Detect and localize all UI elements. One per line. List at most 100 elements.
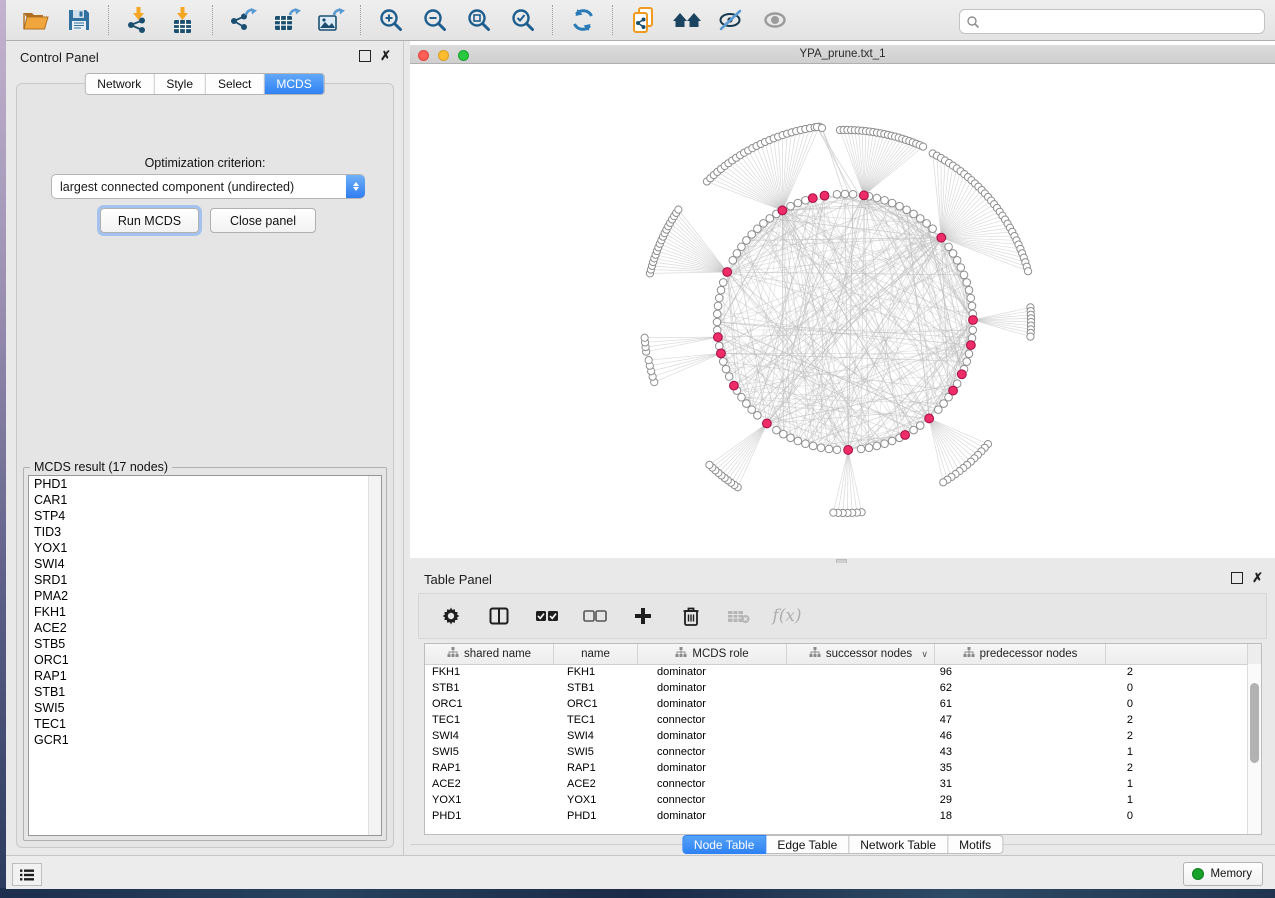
task-history-button[interactable]: [12, 863, 42, 886]
mcds-result-item[interactable]: GCR1: [29, 732, 381, 748]
delete-row-icon[interactable]: [677, 602, 705, 630]
cell-name[interactable]: YOX1: [560, 794, 650, 806]
cell-shared-name[interactable]: ACE2: [425, 778, 560, 790]
mcds-hub-node[interactable]: [730, 381, 739, 390]
ring-node[interactable]: [719, 279, 727, 287]
mcds-hub-node[interactable]: [844, 446, 853, 455]
mcds-hub-node[interactable]: [714, 333, 723, 342]
cell-name[interactable]: ACE2: [560, 778, 650, 790]
search-input[interactable]: [984, 14, 1258, 30]
mcds-hub-node[interactable]: [860, 191, 869, 200]
tab-network-table[interactable]: Network Table: [849, 835, 948, 854]
save-session-icon[interactable]: [64, 5, 94, 35]
mcds-result-item[interactable]: PMA2: [29, 588, 381, 604]
mcds-result-item[interactable]: SWI4: [29, 556, 381, 572]
cell-successor-nodes[interactable]: 62: [805, 682, 963, 694]
mcds-result-item[interactable]: RAP1: [29, 668, 381, 684]
mcds-hub-node[interactable]: [808, 194, 817, 203]
cell-name[interactable]: RAP1: [560, 762, 650, 774]
add-row-icon[interactable]: [629, 602, 657, 630]
ring-node[interactable]: [743, 400, 751, 408]
cell-predecessor-nodes[interactable]: 2: [963, 762, 1144, 774]
ring-node[interactable]: [738, 393, 746, 401]
zoom-fit-icon[interactable]: [464, 5, 494, 35]
mcds-hub-node[interactable]: [820, 191, 829, 200]
cell-MCDS-role[interactable]: connector: [650, 778, 805, 790]
leaf-node[interactable]: [940, 479, 947, 486]
table-row-SWI4[interactable]: SWI4SWI4dominator462: [425, 728, 1248, 744]
mcds-result-item[interactable]: TID3: [29, 524, 381, 540]
cell-name[interactable]: PHD1: [560, 810, 650, 822]
column-panel-icon[interactable]: [485, 602, 513, 630]
cell-successor-nodes[interactable]: 35: [805, 762, 963, 774]
leaf-node[interactable]: [675, 206, 682, 213]
cell-predecessor-nodes[interactable]: 1: [963, 746, 1144, 758]
leaf-node[interactable]: [1024, 268, 1031, 275]
ring-node[interactable]: [910, 426, 918, 434]
ring-node[interactable]: [888, 437, 896, 445]
export-network-icon[interactable]: [228, 5, 258, 35]
cell-predecessor-nodes[interactable]: 1: [963, 778, 1144, 790]
ring-node[interactable]: [896, 202, 904, 210]
ring-node[interactable]: [965, 286, 973, 294]
tab-edge-table[interactable]: Edge Table: [766, 835, 849, 854]
mcds-hub-node[interactable]: [957, 370, 966, 379]
column-header-predecessor-nodes[interactable]: predecessor nodes: [935, 644, 1106, 664]
ring-node[interactable]: [865, 444, 873, 452]
mcds-result-item[interactable]: ORC1: [29, 652, 381, 668]
column-header-shared-name[interactable]: shared name: [425, 644, 554, 664]
ring-node[interactable]: [953, 257, 961, 265]
cell-MCDS-role[interactable]: connector: [650, 794, 805, 806]
mcds-result-item[interactable]: FKH1: [29, 604, 381, 620]
first-neighbors-icon[interactable]: [672, 5, 702, 35]
ring-node[interactable]: [949, 250, 957, 258]
ring-node[interactable]: [963, 358, 971, 366]
cell-MCDS-role[interactable]: dominator: [650, 810, 805, 822]
cell-shared-name[interactable]: SWI4: [425, 730, 560, 742]
cell-MCDS-role[interactable]: connector: [650, 746, 805, 758]
tab-network[interactable]: Network: [85, 74, 154, 94]
import-network-icon[interactable]: [124, 5, 154, 35]
apply-layout-icon[interactable]: [568, 5, 598, 35]
cell-shared-name[interactable]: TEC1: [425, 714, 560, 726]
ring-node[interactable]: [809, 442, 817, 450]
mcds-hub-node[interactable]: [717, 349, 726, 358]
mcds-result-item[interactable]: CAR1: [29, 492, 381, 508]
cell-predecessor-nodes[interactable]: 0: [963, 810, 1144, 822]
network-canvas[interactable]: [410, 64, 1275, 558]
mcds-hub-node[interactable]: [723, 268, 732, 277]
table-row-RAP1[interactable]: RAP1RAP1dominator352: [425, 760, 1248, 776]
memory-button[interactable]: Memory: [1183, 862, 1263, 886]
cell-successor-nodes[interactable]: 61: [805, 698, 963, 710]
close-panel-button[interactable]: Close panel: [210, 208, 316, 233]
ring-node[interactable]: [857, 445, 865, 453]
import-table-icon[interactable]: [168, 5, 198, 35]
cell-name[interactable]: TEC1: [560, 714, 650, 726]
cell-MCDS-role[interactable]: dominator: [650, 666, 805, 678]
table-options-gear-icon[interactable]: [437, 602, 465, 630]
mcds-result-item[interactable]: PHD1: [29, 476, 381, 492]
cell-shared-name[interactable]: SWI5: [425, 746, 560, 758]
leaf-node[interactable]: [830, 509, 837, 516]
cell-successor-nodes[interactable]: 29: [805, 794, 963, 806]
ring-node[interactable]: [910, 210, 918, 218]
table-row-FKH1[interactable]: FKH1FKH1dominator962: [425, 664, 1248, 680]
close-panel-icon[interactable]: ✗: [380, 51, 391, 61]
mcds-hub-node[interactable]: [969, 316, 978, 325]
table-row-YOX1[interactable]: YOX1YOX1connector291: [425, 792, 1248, 808]
cell-shared-name[interactable]: ORC1: [425, 698, 560, 710]
leaf-node[interactable]: [1027, 333, 1034, 340]
new-network-from-selection-icon[interactable]: [628, 5, 658, 35]
ring-node[interactable]: [957, 264, 965, 272]
ring-node[interactable]: [794, 437, 802, 445]
ring-node[interactable]: [929, 225, 937, 233]
mcds-hub-node[interactable]: [966, 341, 975, 350]
leaf-node[interactable]: [818, 124, 825, 131]
open-folder-icon[interactable]: [20, 5, 50, 35]
cell-name[interactable]: FKH1: [560, 666, 650, 678]
cell-MCDS-role[interactable]: connector: [650, 714, 805, 726]
ring-node[interactable]: [967, 294, 975, 302]
ring-node[interactable]: [881, 440, 889, 448]
ring-node[interactable]: [916, 215, 924, 223]
ring-node[interactable]: [715, 294, 723, 302]
